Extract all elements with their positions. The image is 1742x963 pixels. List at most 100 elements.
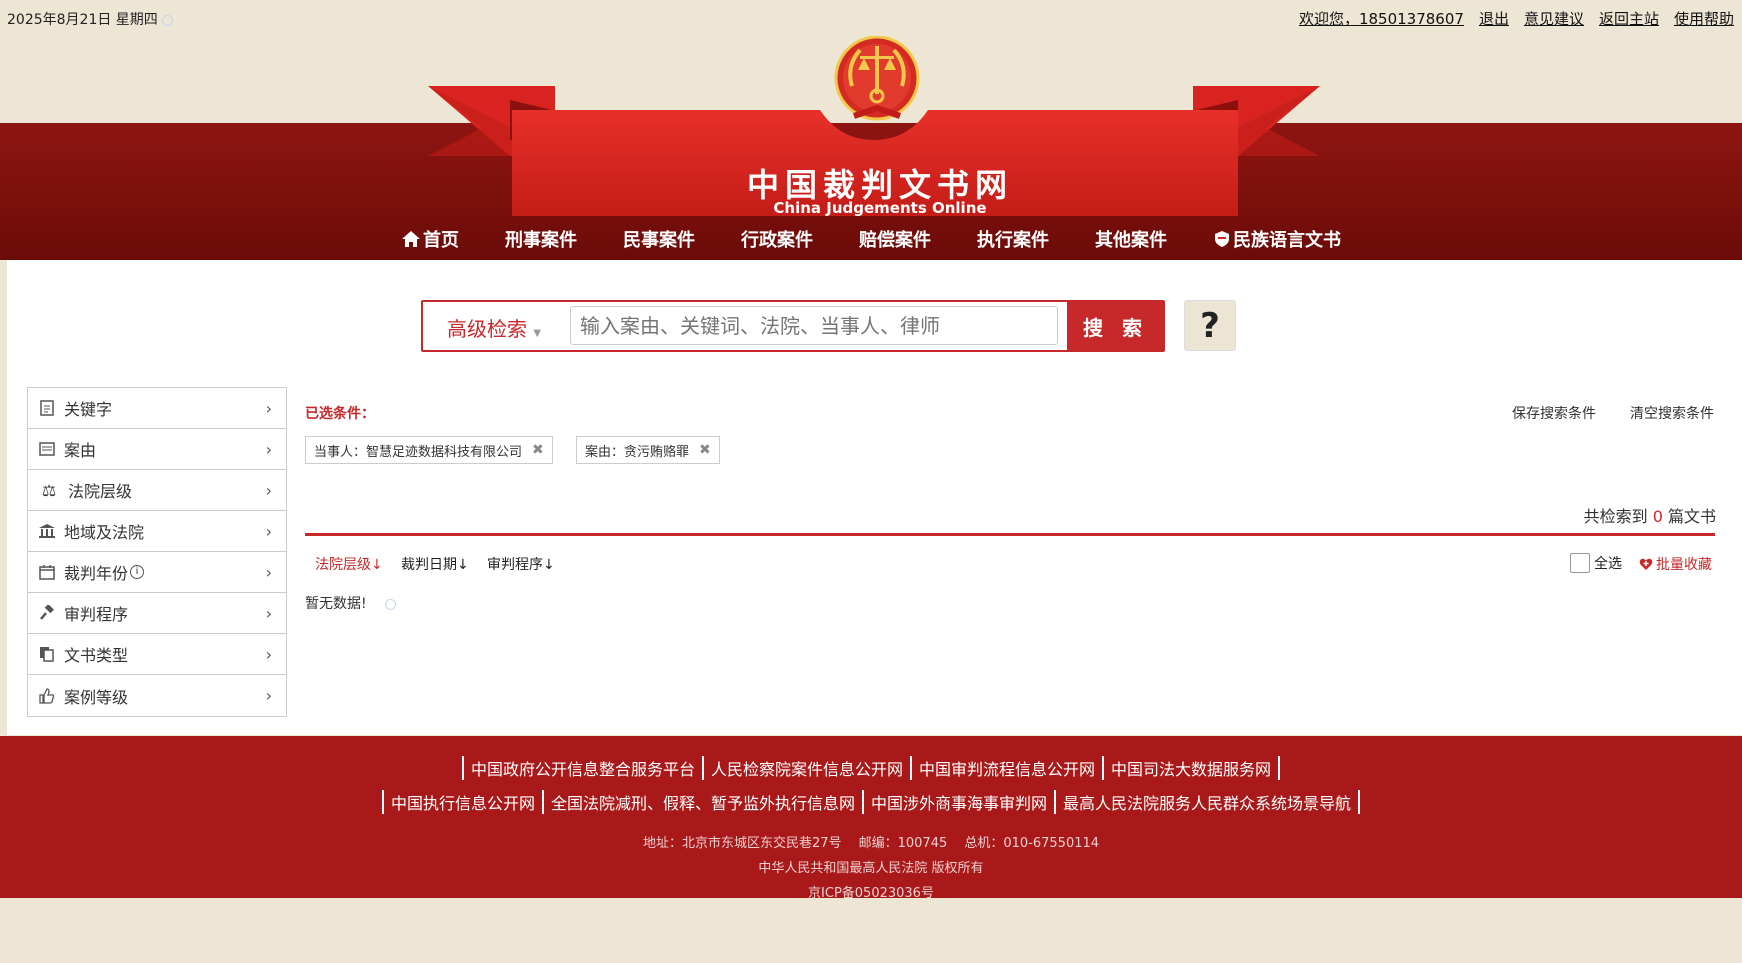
search-input[interactable] bbox=[570, 306, 1058, 345]
return-home-link[interactable]: 返回主站 bbox=[1599, 8, 1659, 29]
nav-civil[interactable]: 民事案件 bbox=[600, 223, 718, 255]
select-all[interactable]: 全选 bbox=[1570, 553, 1622, 573]
remove-tag-icon[interactable]: ✖ bbox=[699, 442, 711, 458]
footer-link[interactable]: 中国涉外商事海事审判网 bbox=[862, 790, 1054, 814]
footer-link[interactable]: 人民检察院案件信息公开网 bbox=[701, 756, 910, 780]
nav-home-label: 首页 bbox=[423, 230, 459, 251]
empty-state: 暂无数据! bbox=[305, 593, 397, 613]
chevron-right-icon: › bbox=[265, 481, 272, 500]
footer-link[interactable]: 中国司法大数据服务网 bbox=[1102, 756, 1281, 780]
result-count-suffix: 篇文书 bbox=[1667, 507, 1716, 526]
sidebar-item-label: 法院层级 bbox=[68, 482, 133, 501]
footer-link[interactable]: 中国审判流程信息公开网 bbox=[910, 756, 1102, 780]
footer-link[interactable]: 中国执行信息公开网 bbox=[381, 790, 542, 814]
help-link[interactable]: 使用帮助 bbox=[1674, 8, 1734, 29]
help-button[interactable]: ? bbox=[1184, 300, 1236, 351]
main-nav: 首页 刑事案件 民事案件 行政案件 赔偿案件 执行案件 其他案件 民族语言文书 bbox=[0, 223, 1742, 255]
nav-other[interactable]: 其他案件 bbox=[1072, 223, 1190, 255]
loading-spinner-icon bbox=[162, 14, 174, 26]
search-button[interactable]: 搜 索 bbox=[1067, 301, 1164, 351]
nav-criminal[interactable]: 刑事案件 bbox=[482, 223, 600, 255]
footer-link[interactable]: 最高人民法院服务人民群众系统场景导航 bbox=[1054, 790, 1361, 814]
result-count-prefix: 共检索到 bbox=[1583, 507, 1648, 526]
chevron-right-icon: › bbox=[265, 440, 272, 459]
thumbs-up-icon bbox=[38, 687, 56, 705]
nav-civil-label: 民事案件 bbox=[623, 230, 695, 251]
nav-ethnic-language[interactable]: 民族语言文书 bbox=[1190, 223, 1364, 255]
filter-tag-cause: 案由：贪污贿赂罪 ✖ bbox=[576, 436, 720, 464]
arrow-down-icon: ↓ bbox=[457, 557, 469, 573]
sort-procedure[interactable]: 审判程序↓ bbox=[487, 554, 555, 574]
nav-compensation-label: 赔偿案件 bbox=[859, 230, 931, 251]
footer-link[interactable]: 中国政府公开信息整合服务平台 bbox=[461, 756, 702, 780]
filter-tag-party: 当事人：智慧足迹数据科技有限公司 ✖ bbox=[305, 436, 553, 464]
nav-compensation[interactable]: 赔偿案件 bbox=[836, 223, 954, 255]
shield-icon bbox=[1215, 231, 1229, 247]
loading-spinner-icon bbox=[385, 598, 397, 610]
sidebar-item-label: 裁判年份 bbox=[64, 564, 129, 583]
top-links: 欢迎您，18501378607 退出 意见建议 返回主站 使用帮助 bbox=[1299, 8, 1734, 29]
chevron-right-icon: › bbox=[265, 522, 272, 541]
footer-address: 地址：北京市东城区东交民巷27号 邮编：100745 总机：010-675501… bbox=[642, 836, 1100, 851]
result-count-number: 0 bbox=[1652, 507, 1663, 526]
nav-enforcement[interactable]: 执行案件 bbox=[954, 223, 1072, 255]
list-card-icon bbox=[38, 440, 56, 458]
nav-other-label: 其他案件 bbox=[1095, 230, 1167, 251]
sidebar-item-keyword[interactable]: 关键字 › bbox=[28, 388, 286, 429]
sort-label: 审判程序 bbox=[487, 557, 543, 573]
sidebar-item-label: 案由 bbox=[64, 441, 97, 460]
filter-sidebar: 关键字 › 案由 › ⚖ 法院层级 › 地域及法院 › 裁判年份 i › 审判程… bbox=[27, 387, 287, 717]
selected-conditions-label: 已选条件： bbox=[305, 406, 375, 422]
remove-tag-icon[interactable]: ✖ bbox=[532, 442, 544, 458]
chevron-right-icon: › bbox=[265, 604, 272, 623]
nav-ethnic-language-label: 民族语言文书 bbox=[1233, 230, 1341, 251]
select-all-checkbox[interactable] bbox=[1570, 553, 1590, 573]
court-emblem-icon bbox=[834, 36, 920, 121]
heart-plus-icon bbox=[1639, 558, 1653, 570]
sidebar-item-cause[interactable]: 案由 › bbox=[28, 429, 286, 470]
nav-criminal-label: 刑事案件 bbox=[505, 230, 577, 251]
nav-home[interactable]: 首页 bbox=[378, 223, 482, 255]
chevron-right-icon: › bbox=[265, 399, 272, 418]
footer-link[interactable]: 全国法院减刑、假释、暂予监外执行信息网 bbox=[541, 790, 862, 814]
sidebar-item-case-grade[interactable]: 案例等级 › bbox=[28, 675, 286, 716]
batch-collect-button[interactable]: 批量收藏 bbox=[1639, 554, 1712, 574]
sort-court-level[interactable]: 法院层级↓ bbox=[315, 554, 383, 574]
nav-enforcement-label: 执行案件 bbox=[977, 230, 1049, 251]
sidebar-item-court-level[interactable]: ⚖ 法院层级 › bbox=[28, 470, 286, 511]
document-icon bbox=[38, 399, 56, 417]
caret-down-icon: ▼ bbox=[533, 328, 542, 339]
divider bbox=[305, 533, 1715, 536]
sidebar-item-procedure[interactable]: 审判程序 › bbox=[28, 593, 286, 634]
clear-conditions-link[interactable]: 清空搜索条件 bbox=[1630, 403, 1714, 423]
arrow-down-icon: ↓ bbox=[543, 557, 555, 573]
sidebar-item-label: 地域及法院 bbox=[64, 523, 145, 542]
sidebar-item-region-court[interactable]: 地域及法院 › bbox=[28, 511, 286, 552]
logout-link[interactable]: 退出 bbox=[1479, 8, 1509, 29]
sidebar-item-doc-type[interactable]: 文书类型 › bbox=[28, 634, 286, 675]
gavel-icon bbox=[38, 604, 56, 622]
filter-tag-label: 当事人：智慧足迹数据科技有限公司 bbox=[314, 444, 523, 460]
sort-label: 法院层级 bbox=[315, 557, 371, 573]
sort-judgment-date[interactable]: 裁判日期↓ bbox=[401, 554, 469, 574]
empty-state-text: 暂无数据! bbox=[305, 596, 367, 612]
feedback-link[interactable]: 意见建议 bbox=[1524, 8, 1584, 29]
save-conditions-link[interactable]: 保存搜索条件 bbox=[1512, 403, 1596, 423]
sidebar-item-label: 审判程序 bbox=[64, 605, 129, 624]
select-all-label: 全选 bbox=[1594, 556, 1622, 572]
sidebar-item-label: 关键字 bbox=[64, 400, 113, 419]
scales-icon: ⚖ bbox=[41, 480, 57, 500]
files-icon bbox=[38, 645, 56, 663]
footer: 中国政府公开信息整合服务平台 人民检察院案件信息公开网 中国审判流程信息公开网 … bbox=[0, 736, 1742, 901]
home-icon bbox=[402, 231, 420, 247]
date-display: 2025年8月21日 星期四 bbox=[7, 9, 174, 29]
footer-links-row1: 中国政府公开信息整合服务平台 人民检察院案件信息公开网 中国审判流程信息公开网 … bbox=[0, 756, 1742, 780]
advanced-search-toggle[interactable]: 高级检索 ▼ bbox=[447, 313, 541, 342]
sidebar-item-year[interactable]: 裁判年份 i › bbox=[28, 552, 286, 593]
site-subtitle: China Judgements Online bbox=[773, 199, 987, 217]
welcome-user-link[interactable]: 欢迎您，18501378607 bbox=[1299, 8, 1464, 29]
info-icon[interactable]: i bbox=[130, 565, 145, 579]
chevron-right-icon: › bbox=[265, 686, 272, 705]
date-text: 2025年8月21日 星期四 bbox=[7, 12, 158, 28]
nav-administrative[interactable]: 行政案件 bbox=[718, 223, 836, 255]
